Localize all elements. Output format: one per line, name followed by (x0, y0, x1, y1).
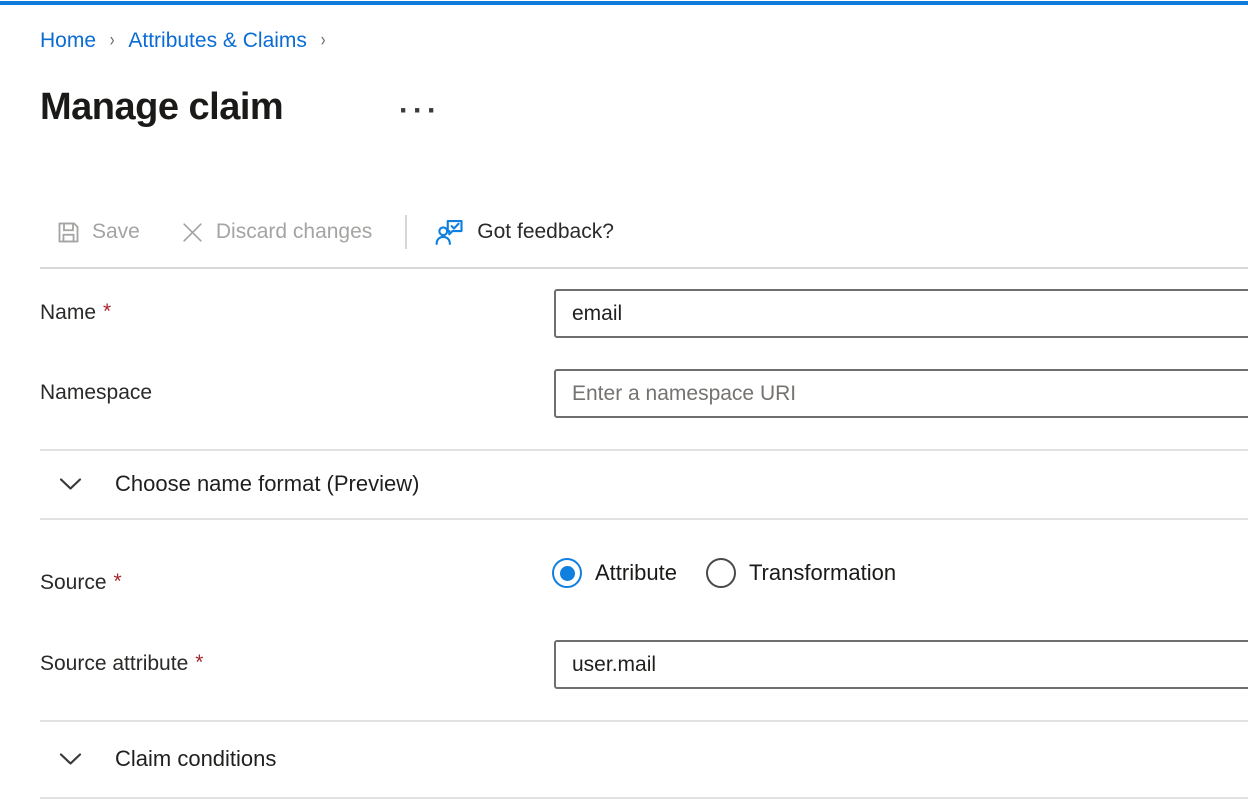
blade-top-accent-bar (0, 1, 1248, 5)
page-title: Manage claim (40, 86, 283, 129)
more-options-icon[interactable]: ··· (399, 96, 441, 126)
breadcrumb-separator-icon: › (110, 30, 115, 52)
breadcrumb: Home › Attributes & Claims › (40, 29, 326, 53)
name-label: Name* (40, 301, 111, 325)
toolbar-divider (40, 267, 1248, 269)
radio-unselected-icon (706, 558, 736, 588)
claim-conditions-label: Claim conditions (115, 746, 276, 772)
save-icon (55, 219, 82, 246)
choose-name-format-label: Choose name format (Preview) (115, 471, 419, 497)
namespace-input[interactable] (554, 369, 1248, 418)
radio-option-attribute[interactable]: Attribute (552, 558, 687, 588)
command-bar: Save Discard changes Got feedback? (40, 209, 1248, 255)
radio-option-label: Attribute (595, 560, 677, 586)
choose-name-format-section-header[interactable]: Choose name format (Preview) (40, 451, 1248, 517)
claim-conditions-section-header[interactable]: Claim conditions (40, 722, 1248, 796)
required-asterisk: * (114, 570, 122, 593)
section-divider (40, 518, 1248, 520)
source-label: Source* (40, 571, 122, 595)
toolbar-separator (405, 215, 407, 249)
discard-changes-label: Discard changes (216, 220, 372, 244)
name-input[interactable] (554, 289, 1248, 338)
chevron-down-icon (59, 752, 82, 766)
breadcrumb-separator-icon: › (321, 30, 326, 52)
manage-claim-blade: Home › Attributes & Claims › Manage clai… (0, 0, 1248, 805)
dismiss-icon (180, 220, 205, 245)
radio-selected-icon (552, 558, 582, 588)
breadcrumb-link-attributes-claims[interactable]: Attributes & Claims (128, 29, 307, 53)
got-feedback-button[interactable]: Got feedback? (435, 217, 614, 247)
required-asterisk: * (195, 651, 203, 674)
source-attribute-label: Source attribute* (40, 652, 203, 676)
radio-option-transformation[interactable]: Transformation (706, 558, 906, 588)
section-divider (40, 797, 1248, 799)
save-label: Save (92, 220, 140, 244)
breadcrumb-link-home[interactable]: Home (40, 29, 96, 53)
got-feedback-label: Got feedback? (477, 220, 614, 244)
namespace-label: Namespace (40, 381, 152, 405)
chevron-down-icon (59, 477, 82, 491)
feedback-person-icon (435, 217, 465, 247)
required-asterisk: * (103, 300, 111, 323)
save-button[interactable]: Save (55, 219, 140, 246)
source-radio-group: Attribute Transformation (552, 558, 925, 588)
discard-changes-button[interactable]: Discard changes (180, 220, 372, 245)
radio-option-label: Transformation (749, 560, 896, 586)
source-attribute-input[interactable] (554, 640, 1248, 689)
